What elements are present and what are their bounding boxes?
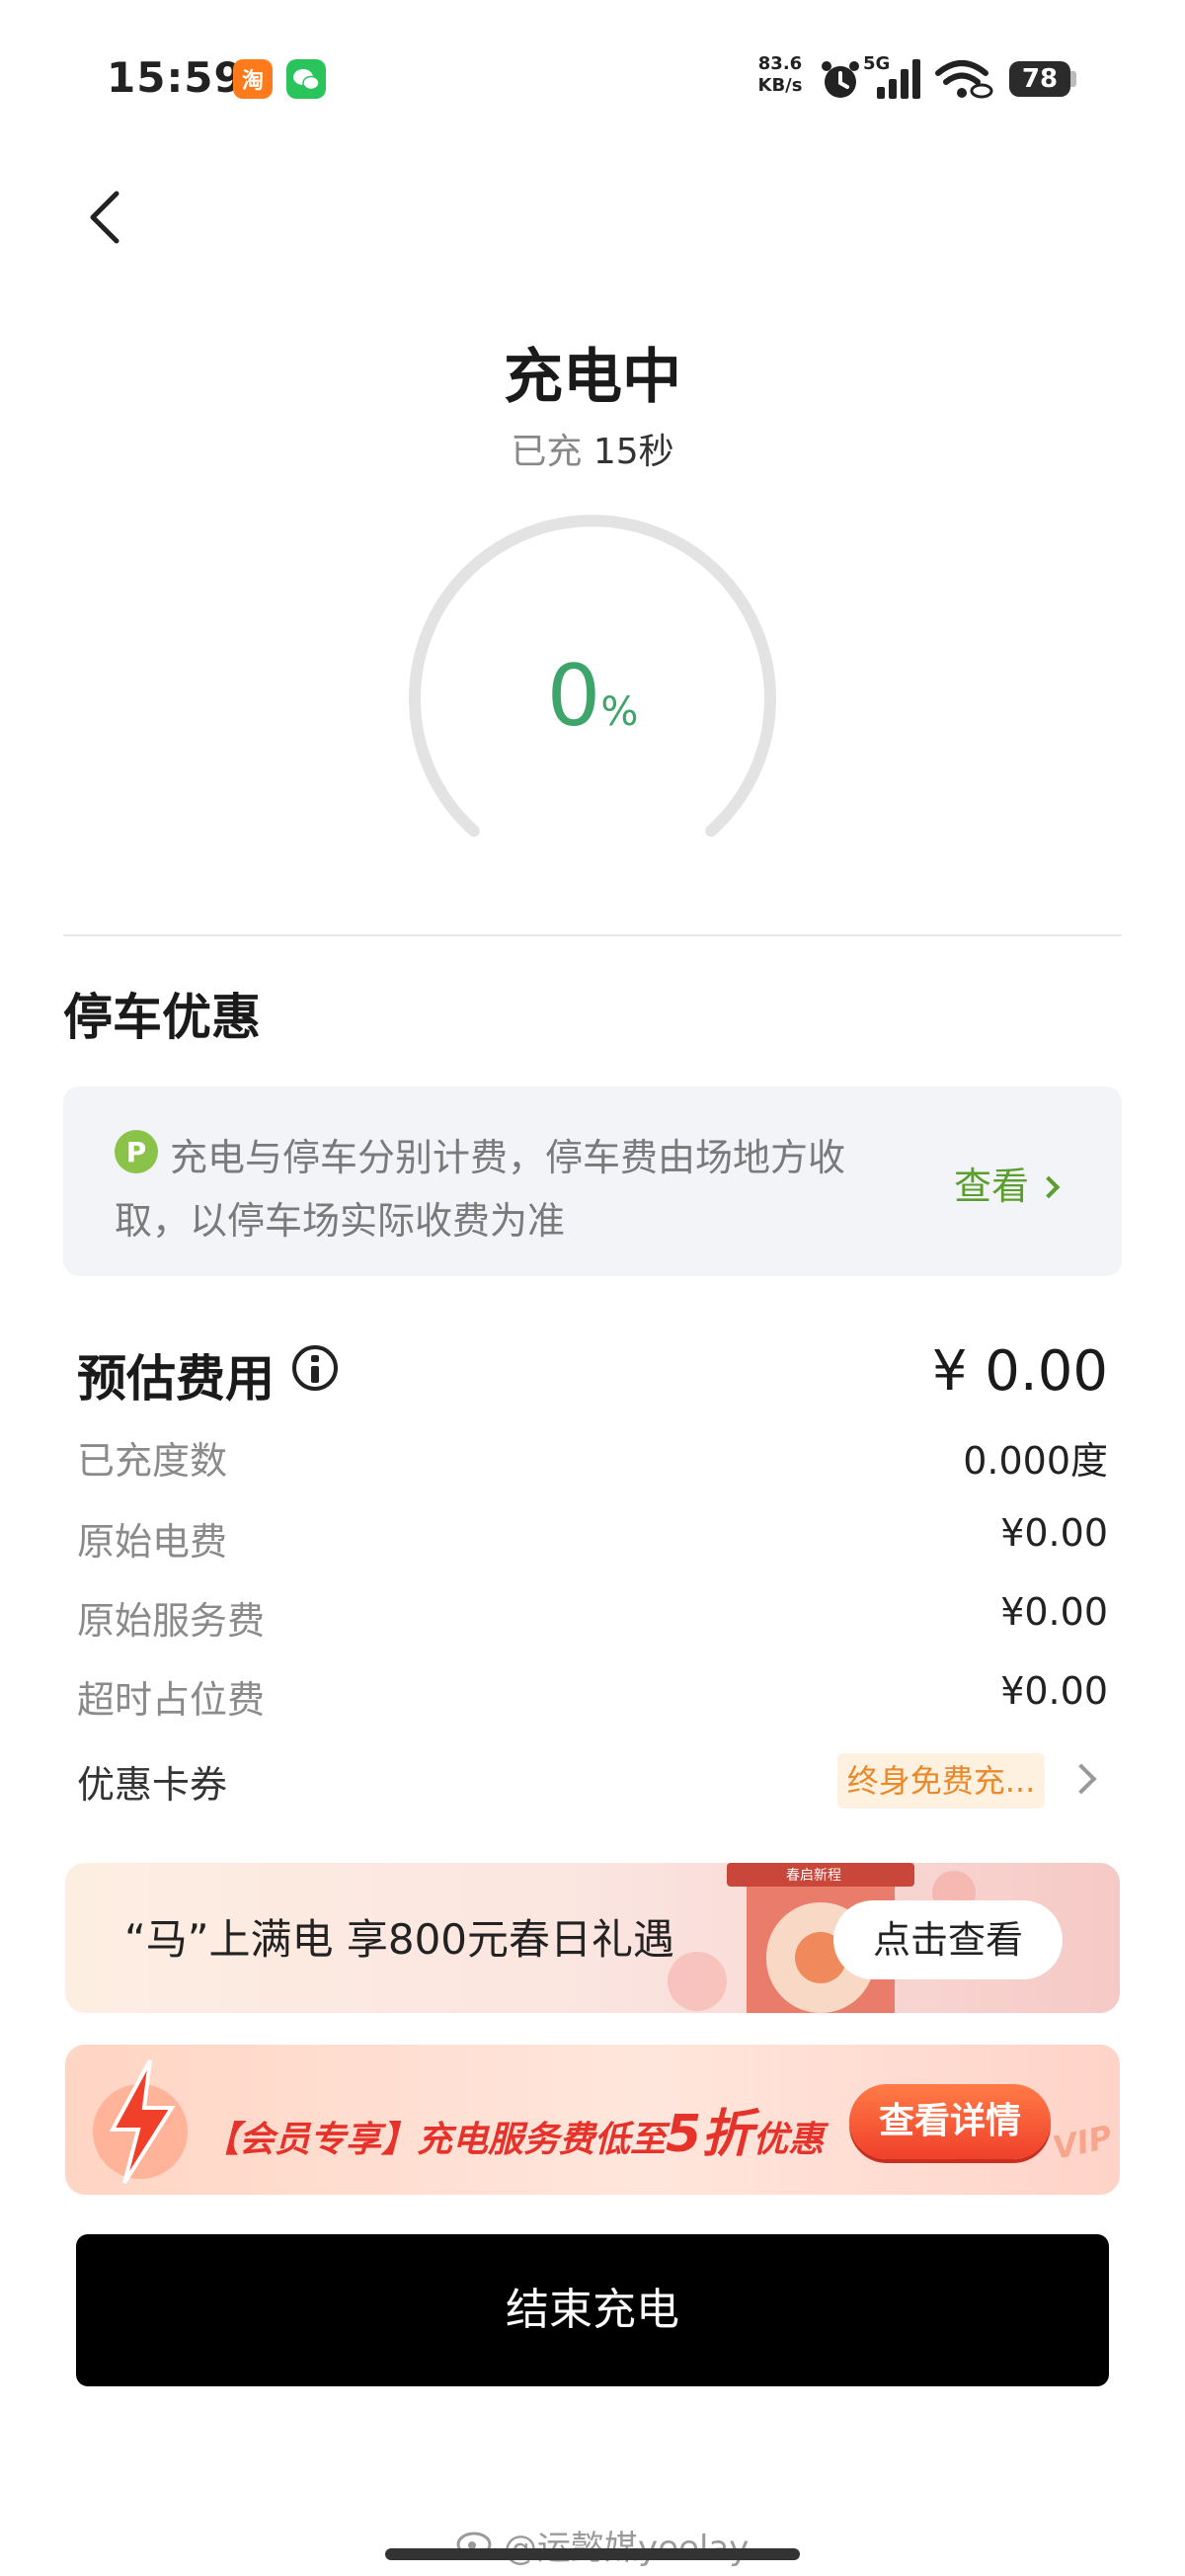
parking-notice-text: 充电与停车分别计费，停车费由场地方收取，以停车场实际收费为准	[115, 1136, 846, 1243]
parking-view-link[interactable]: 查看	[954, 1156, 1061, 1210]
fee-row-service: 原始服务费 ¥0.00	[77, 1590, 1108, 1643]
back-button[interactable]	[79, 188, 128, 247]
member-promo-text: 【会员专享】充电服务费低至5折优惠	[203, 2105, 825, 2164]
parking-section-title: 停车优惠	[63, 989, 261, 1046]
status-bar: 15:59 淘 83.6 KB/s 5G 78	[0, 49, 1185, 109]
spring-promo-button[interactable]: 点击查看	[833, 1900, 1063, 1979]
estimated-fee-total: ¥ 0.00	[931, 1339, 1108, 1404]
elapsed-time: 已充 15秒	[0, 423, 1185, 474]
battery-tip	[1070, 71, 1076, 87]
festival-sign: 春启新程	[786, 1867, 841, 1883]
estimated-fee-title: 预估费用	[77, 1350, 275, 1408]
elapsed-value: 15秒	[592, 432, 674, 472]
battery-icon: 78	[1009, 61, 1070, 97]
end-charging-button[interactable]: 结束充电	[76, 2234, 1109, 2386]
status-time: 15:59	[107, 53, 244, 102]
home-indicator[interactable]	[385, 2548, 800, 2560]
vip-badge: VIP	[1049, 2118, 1116, 2167]
alarm-icon	[822, 61, 859, 98]
coupon-badge[interactable]: 终身免费充...	[837, 1753, 1045, 1809]
percentage-value: 0	[546, 647, 601, 746]
fee-row-electricity: 原始电费 ¥0.00	[77, 1511, 1108, 1564]
chevron-right-icon	[1037, 1175, 1061, 1199]
spring-promo-banner[interactable]: “马”上满电 享800元春日礼遇 春启新程 点击查看	[65, 1863, 1120, 2013]
watermark: @运懿媒yeelay	[504, 2521, 749, 2569]
page-title: 充电中	[504, 343, 681, 412]
signal-icon	[877, 59, 920, 99]
lightning-bolt-icon	[93, 2059, 188, 2185]
fee-row-overtime: 超时占位费 ¥0.00	[77, 1669, 1108, 1722]
fee-row-energy: 已充度数 0.000度	[77, 1439, 1108, 1483]
charge-percentage: 0%	[405, 647, 780, 746]
charging-page: 15:59 淘 83.6 KB/s 5G 78 充电中 已充 15秒 0% 停车…	[0, 0, 1185, 2576]
spring-promo-text: “马”上满电 享800元春日礼遇	[124, 1915, 675, 1964]
info-icon[interactable]	[292, 1345, 338, 1391]
wechat-icon	[286, 59, 326, 99]
section-divider	[63, 934, 1122, 936]
elapsed-prefix: 已充	[511, 432, 583, 472]
taobao-icon: 淘	[233, 59, 273, 99]
parking-notice-card: P 充电与停车分别计费，停车费由场地方收取，以停车场实际收费为准 查看	[63, 1087, 1122, 1276]
chevron-right-icon[interactable]	[1066, 1763, 1097, 1795]
member-promo-banner[interactable]: 【会员专享】充电服务费低至5折优惠 查看详情 VIP	[65, 2045, 1120, 2195]
chevron-left-icon	[90, 191, 119, 244]
percentage-unit: %	[600, 689, 639, 735]
parking-view-label: 查看	[954, 1165, 1030, 1208]
member-promo-button[interactable]: 查看详情	[849, 2084, 1051, 2159]
wifi-icon	[935, 60, 993, 99]
coupon-label: 优惠卡券	[77, 1763, 228, 1807]
network-speed: 83.6 KB/s	[757, 53, 803, 96]
